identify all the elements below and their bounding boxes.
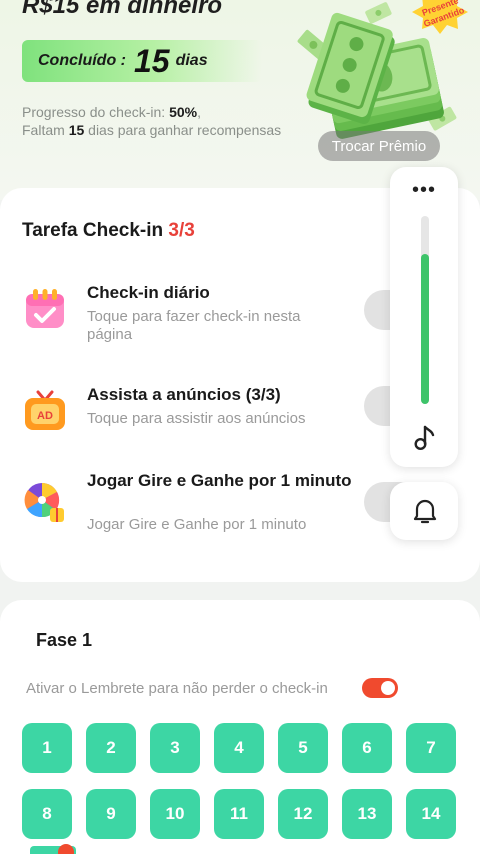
reminder-text: Ativar o Lembrete para não perder o chec… (26, 680, 328, 697)
task-title: Jogar Gire e Ganhe por 1 minuto (87, 471, 352, 490)
toggle-knob (381, 681, 395, 695)
remaining-suffix: dias para ganhar recompensas (84, 122, 282, 138)
reminder-bell-panel[interactable] (390, 482, 458, 540)
day-button[interactable]: 12 (278, 789, 328, 839)
ad-tv-icon: AD (25, 390, 65, 430)
task-description: Jogar Gire e Ganhe por 1 minuto (87, 516, 307, 533)
completed-days-unit: dias (175, 52, 208, 69)
day-button[interactable]: 14 (406, 789, 456, 839)
checkin-progress-text: Progresso do check-in: 50%, Faltam 15 di… (22, 103, 282, 139)
day-button[interactable]: 10 (150, 789, 200, 839)
day-button[interactable]: 9 (86, 789, 136, 839)
ad-badge-text: AD (37, 410, 53, 422)
volume-slider-fill[interactable] (421, 254, 429, 404)
progress-percent: 50% (169, 104, 198, 120)
task-heading: Tarefa Check-in 3/3 (22, 220, 195, 242)
completed-label: Concluído : (38, 52, 126, 69)
day-button[interactable]: 6 (342, 723, 392, 773)
day-button[interactable]: 13 (342, 789, 392, 839)
task-heading-count: 3/3 (168, 220, 195, 241)
day-button[interactable]: 3 (150, 723, 200, 773)
progress-prefix: Progresso do check-in: (22, 104, 170, 120)
day-button[interactable]: 8 (22, 789, 72, 839)
task-title: Check-in diário (87, 283, 210, 302)
reminder-toggle[interactable] (362, 678, 398, 698)
phase-title: Fase 1 (36, 630, 93, 650)
day-button[interactable]: 5 (278, 723, 328, 773)
day-button[interactable]: 7 (406, 723, 456, 773)
bell-icon[interactable] (412, 497, 438, 525)
remaining-prefix: Faltam (22, 122, 69, 138)
completed-days-pill: Concluído : 15 dias (22, 40, 262, 82)
task-heading-label: Tarefa Check-in (22, 220, 169, 241)
remaining-days: 15 (68, 122, 85, 138)
completed-days-count: 15 (133, 42, 170, 79)
day-button[interactable]: 11 (214, 789, 264, 839)
task-title: Assista a anúncios (3/3) (87, 385, 281, 404)
notification-dot (58, 844, 74, 854)
day-button[interactable]: 2 (86, 723, 136, 773)
prize-wheel-icon (24, 483, 64, 522)
trade-prize-button[interactable]: Trocar Prêmio (318, 131, 440, 161)
progress-comma: , (197, 104, 201, 120)
phase-card: Fase 1 Ativar o Lembrete para não perder… (0, 600, 480, 854)
calendar-check-icon (26, 289, 64, 328)
day-button[interactable]: 4 (214, 723, 264, 773)
day-button[interactable]: 1 (22, 723, 72, 773)
task-description: Toque para fazer check-in nesta página (87, 308, 301, 343)
more-menu-icon[interactable]: ••• (390, 180, 458, 200)
reward-title: R$15 em dinheiro (22, 0, 223, 19)
music-note-icon[interactable] (410, 423, 440, 453)
task-description: Toque para assistir aos anúncios (87, 410, 306, 427)
